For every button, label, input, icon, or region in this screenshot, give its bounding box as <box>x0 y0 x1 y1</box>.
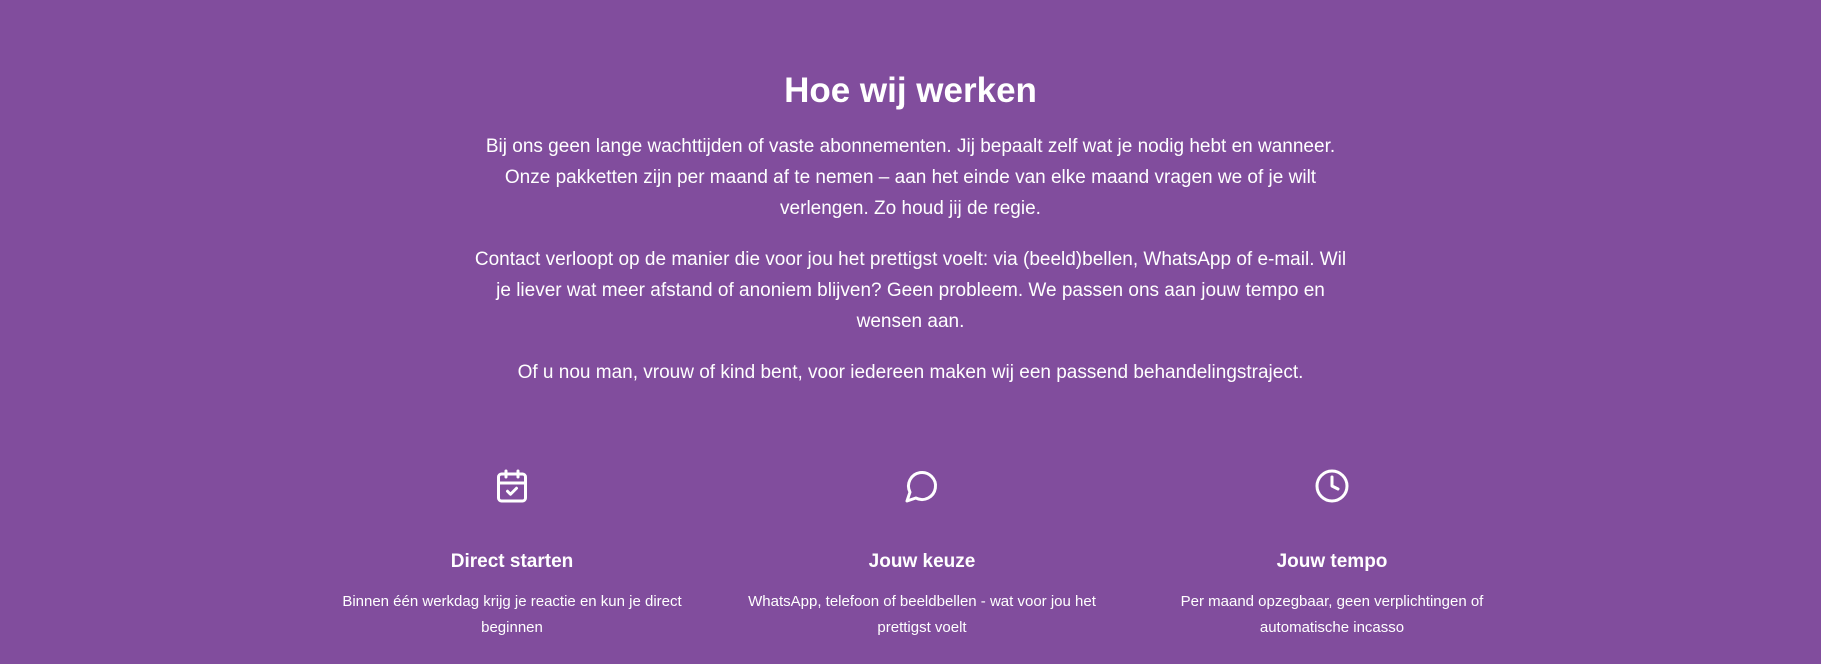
feature-description: WhatsApp, telefoon of beeldbellen - wat … <box>748 593 1096 636</box>
feature-list: Direct starten Binnen één werkdag krijg … <box>337 462 1507 641</box>
how-we-work-section: Hoe wij werken Bij ons geen lange wachtt… <box>0 0 1821 664</box>
section-title: Hoe wij werken <box>784 71 1037 110</box>
intro-paragraph: Contact verloopt op de manier die voor j… <box>474 249 1347 332</box>
feature-title: Jouw tempo <box>1276 551 1388 572</box>
feature-description: Binnen één werkdag krijg je reactie en k… <box>342 593 682 636</box>
intro-paragraph: Bij ons geen lange wachttijden of vaste … <box>485 136 1336 219</box>
clock-icon <box>1314 468 1350 504</box>
feature-jouw-keuze: Jouw keuze WhatsApp, telefoon of beeldbe… <box>747 462 1097 641</box>
feature-title: Jouw keuze <box>868 551 976 572</box>
feature-title: Direct starten <box>450 551 574 572</box>
feature-direct-starten: Direct starten Binnen één werkdag krijg … <box>337 462 687 641</box>
feature-description: Per maand opzegbaar, geen verplichtingen… <box>1180 593 1484 636</box>
chat-bubble-icon <box>904 468 940 504</box>
calendar-check-icon <box>494 468 530 504</box>
intro-text: Bij ons geen lange wachttijden of vaste … <box>470 131 1351 408</box>
intro-paragraph: Of u nou man, vrouw of kind bent, voor i… <box>517 362 1304 383</box>
feature-jouw-tempo: Jouw tempo Per maand opzegbaar, geen ver… <box>1157 462 1507 641</box>
